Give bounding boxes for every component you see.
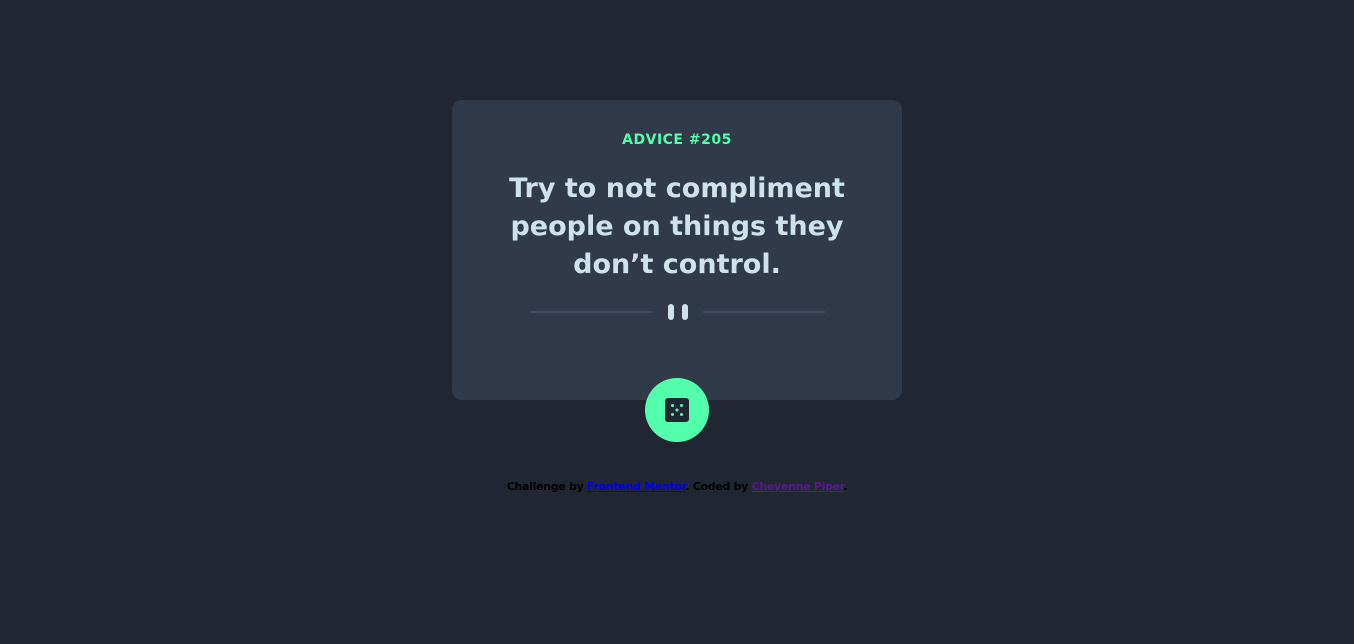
- attribution-middle: . Coded by: [685, 480, 752, 493]
- attribution-prefix: Challenge by: [506, 480, 588, 493]
- pause-bar-right: [682, 304, 688, 320]
- advice-id: ADVICE #205: [622, 132, 732, 148]
- attribution: Challenge by Frontend Mentor. Coded by C…: [0, 480, 1354, 493]
- frontend-mentor-link[interactable]: Frontend Mentor: [587, 480, 686, 493]
- pattern-divider: [530, 304, 825, 320]
- advice-quote: Try to not compliment people on things t…: [509, 173, 845, 280]
- author-link[interactable]: Cheyenne Piper: [752, 480, 844, 493]
- new-advice-button[interactable]: [645, 378, 709, 442]
- attribution-suffix: .: [843, 480, 848, 493]
- dice-icon: [665, 398, 689, 422]
- pause-bar-left: [668, 304, 674, 320]
- advice-card: ADVICE #205 Try to not compliment people…: [452, 100, 902, 400]
